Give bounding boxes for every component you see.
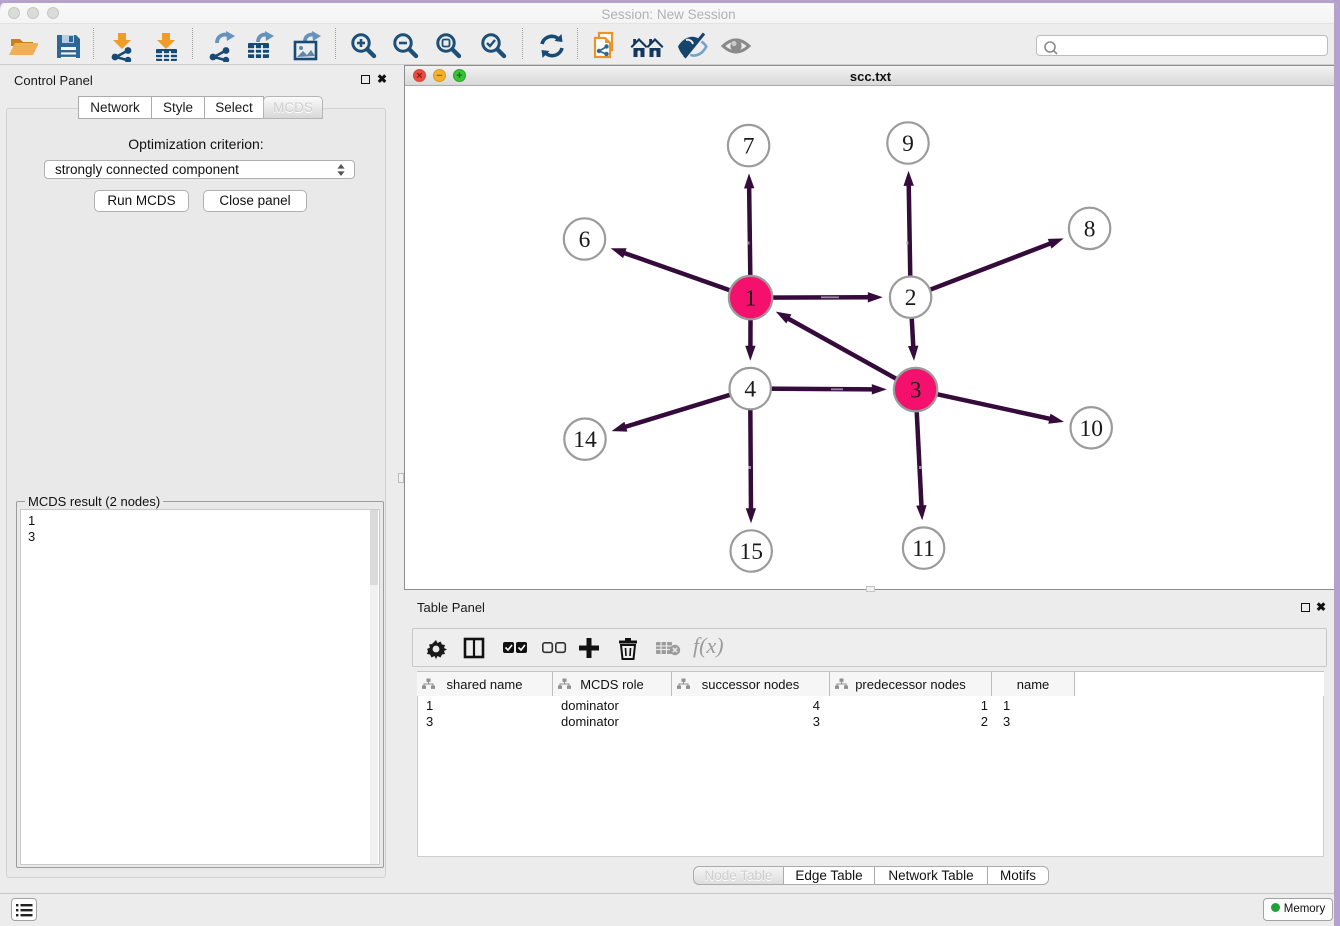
svg-text:14: 14 [573,427,597,453]
svg-text:15: 15 [739,539,763,565]
svg-text:2: 2 [905,285,917,311]
svg-text:3: 3 [910,378,922,404]
svg-text:1: 1 [745,286,757,312]
svg-text:7: 7 [743,134,755,160]
svg-text:4: 4 [744,377,756,403]
svg-text:10: 10 [1079,416,1103,442]
svg-text:6: 6 [579,227,591,253]
svg-text:8: 8 [1084,216,1096,242]
svg-text:9: 9 [902,131,914,157]
svg-text:11: 11 [912,536,935,562]
